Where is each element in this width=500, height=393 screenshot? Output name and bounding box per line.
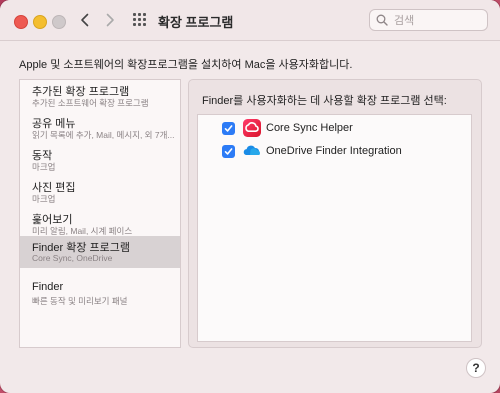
list-item: Core Sync Helper — [198, 117, 471, 141]
close-window-button[interactable] — [14, 15, 28, 29]
chevron-left-icon — [80, 13, 90, 27]
onedrive-cloud-icon — [242, 141, 262, 161]
sidebar-item-subtitle: 마크업 — [32, 194, 56, 204]
extension-label: Core Sync Helper — [266, 122, 353, 134]
sidebar-item-share-menu[interactable]: 공유 메뉴 읽기 목록에 추가, Mail, 메시지, 외 7개... — [20, 112, 180, 144]
extension-checkbox[interactable] — [222, 122, 235, 135]
sidebar-item-title: Finder — [32, 281, 64, 293]
sidebar-item-finder-extensions[interactable]: Finder 확장 프로그램 Core Sync, OneDrive — [20, 236, 180, 268]
list-item: OneDrive Finder Integration — [198, 140, 471, 164]
checkmark-icon — [224, 143, 233, 161]
description-text: Apple 및 소프트웨어의 확장프로그램을 설치하여 Mac을 사용자화합니다… — [19, 59, 353, 71]
sidebar-item-actions[interactable]: 동작 마크업 — [20, 144, 180, 176]
extension-checkbox[interactable] — [222, 145, 235, 158]
search-input[interactable] — [392, 12, 486, 30]
extension-category-list: 추가된 확장 프로그램 추가된 소프트웨어 확장 프로그램 공유 메뉴 읽기 목… — [19, 79, 181, 348]
minimize-window-button[interactable] — [33, 15, 47, 29]
zoom-window-button[interactable] — [52, 15, 66, 29]
window-title: 확장 프로그램 — [158, 15, 234, 30]
sidebar-item-subtitle: 읽기 목록에 추가, Mail, 메시지, 외 7개... — [32, 130, 175, 140]
help-button[interactable]: ? — [466, 358, 486, 378]
adobe-creative-cloud-icon — [242, 118, 262, 138]
sidebar-item-added-extensions[interactable]: 추가된 확장 프로그램 추가된 소프트웨어 확장 프로그램 — [20, 80, 180, 112]
sidebar-item-finder[interactable]: Finder 빠른 동작 및 미리보기 패널 — [20, 278, 180, 310]
back-button[interactable] — [75, 10, 95, 30]
panel-title: Finder를 사용자화하는 데 사용할 확장 프로그램 선택: — [202, 95, 447, 107]
show-all-grid-icon[interactable] — [133, 13, 147, 27]
sidebar-item-subtitle: 추가된 소프트웨어 확장 프로그램 — [32, 98, 149, 108]
checkmark-icon — [224, 120, 233, 138]
forward-button[interactable] — [100, 10, 120, 30]
finder-extensions-panel: Finder를 사용자화하는 데 사용할 확장 프로그램 선택: Core Sy… — [188, 79, 482, 348]
sidebar-item-subtitle: 빠른 동작 및 미리보기 패널 — [32, 296, 128, 306]
title-bar: 확장 프로그램 — [0, 0, 500, 41]
chevron-right-icon — [105, 13, 115, 27]
search-field[interactable] — [369, 9, 488, 31]
system-preferences-window: 확장 프로그램 Apple 및 소프트웨어의 확장프로그램을 설치하여 Mac을… — [0, 0, 500, 393]
sidebar-item-subtitle: 마크업 — [32, 162, 56, 172]
sidebar-item-subtitle: Core Sync, OneDrive — [32, 253, 113, 263]
extension-label: OneDrive Finder Integration — [266, 145, 402, 157]
extension-list: Core Sync Helper OneDrive Finder Integra… — [197, 114, 472, 342]
sidebar-item-photo-editing[interactable]: 사진 편집 마크업 — [20, 176, 180, 208]
